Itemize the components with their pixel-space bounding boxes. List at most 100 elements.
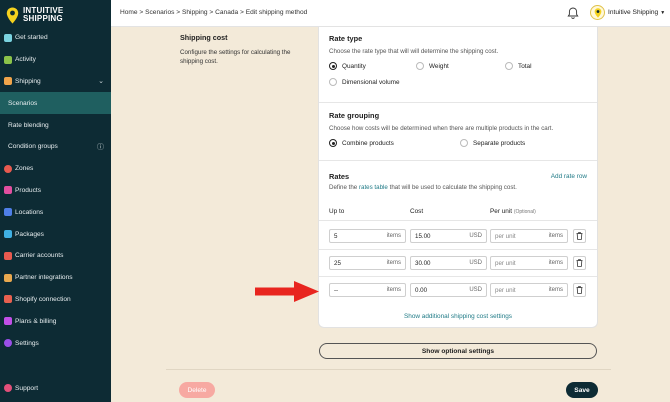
- delete-row-button[interactable]: [573, 283, 586, 297]
- radio-separate-products[interactable]: Separate products: [460, 139, 525, 147]
- rocket-icon: [4, 33, 12, 42]
- sidebar-item-shopify-connection[interactable]: Shopify connection: [0, 289, 111, 311]
- per-unit-input[interactable]: per unit items: [490, 229, 568, 243]
- card-icon: [4, 317, 12, 326]
- sidebar-item-label: Products: [15, 186, 42, 194]
- sidebar-item-label: Activity: [15, 56, 36, 64]
- sidebar-item-shipping[interactable]: Shipping ⌄: [0, 71, 111, 93]
- save-button[interactable]: Save: [566, 382, 598, 398]
- radio-checked-icon: [329, 62, 337, 70]
- delete-button[interactable]: Delete: [179, 382, 215, 398]
- sidebar-item-condition-groups[interactable]: Condition groups ⓘ: [0, 136, 111, 158]
- divider: [319, 160, 597, 161]
- breadcrumb[interactable]: Home > Scenarios > Shipping > Canada > E…: [120, 9, 307, 16]
- sidebar-item-label: Partner integrations: [15, 274, 73, 282]
- sidebar-item-label: Rate blending: [8, 121, 49, 129]
- help-circle-icon: [4, 384, 12, 392]
- per-unit-input[interactable]: per unit items: [490, 283, 568, 297]
- divider: [319, 276, 597, 277]
- trash-icon: [576, 232, 583, 240]
- radio-unchecked-icon: [460, 139, 468, 147]
- rates-title: Rates: [329, 172, 350, 181]
- section-title: Shipping cost: [180, 33, 228, 42]
- shopify-icon: [4, 295, 12, 304]
- sidebar-item-zones[interactable]: Zones: [0, 158, 111, 180]
- column-header-up-to: Up to: [329, 208, 345, 215]
- sidebar-item-label: Zones: [15, 165, 34, 173]
- user-menu[interactable]: Intuitive Shipping ▼: [590, 5, 665, 20]
- up-to-input[interactable]: -- items: [329, 283, 406, 297]
- truck-icon: [4, 77, 12, 86]
- up-to-input[interactable]: 5 items: [329, 229, 406, 243]
- avatar: [590, 5, 605, 20]
- caret-down-icon: ▼: [660, 9, 666, 16]
- info-icon: ⓘ: [97, 143, 104, 151]
- gear-icon: [4, 339, 12, 348]
- sidebar-item-label: Plans & billing: [15, 317, 57, 325]
- radio-combine-products[interactable]: Combine products: [329, 139, 394, 147]
- column-header-per-unit: Per unit (Optional): [490, 208, 536, 215]
- boxes-icon: [4, 230, 12, 239]
- cost-input[interactable]: 15.00 USD: [410, 229, 487, 243]
- radio-total[interactable]: Total: [505, 62, 532, 70]
- sidebar-item-activity[interactable]: Activity: [0, 49, 111, 71]
- shipping-cost-card: Rate type Choose the rate type that will…: [318, 27, 598, 328]
- up-to-input[interactable]: 25 items: [329, 256, 406, 270]
- sidebar-item-packages[interactable]: Packages: [0, 223, 111, 245]
- sidebar-item-label: Get started: [15, 34, 48, 42]
- chevron-down-icon: ⌄: [98, 78, 104, 86]
- logo[interactable]: INTUITIVE SHIPPING: [6, 3, 63, 27]
- globe-icon: [4, 164, 12, 173]
- shirt-icon: [4, 186, 12, 195]
- rate-type-title: Rate type: [329, 34, 363, 43]
- activity-icon: [4, 55, 12, 64]
- sidebar-nav: Get started Activity Shipping ⌄ Scenario…: [0, 27, 111, 354]
- sidebar-item-settings[interactable]: Settings: [0, 332, 111, 354]
- cost-input[interactable]: 0.00 USD: [410, 283, 487, 297]
- sidebar-item-label: Condition groups: [8, 143, 58, 151]
- building-icon: [4, 208, 12, 217]
- sidebar-item-label: Support: [15, 384, 39, 392]
- delete-row-button[interactable]: [573, 256, 586, 270]
- sidebar-item-products[interactable]: Products: [0, 180, 111, 202]
- sidebar-item-label: Shipping: [15, 77, 41, 85]
- trash-icon: [576, 259, 583, 267]
- rates-description: Define the rates table that will be used…: [329, 184, 517, 191]
- top-bar: Home > Scenarios > Shipping > Canada > E…: [111, 0, 670, 27]
- radio-weight[interactable]: Weight: [416, 62, 449, 70]
- sidebar-item-get-started[interactable]: Get started: [0, 27, 111, 49]
- rate-type-description: Choose the rate type that will will dete…: [329, 48, 499, 55]
- trash-icon: [576, 286, 583, 294]
- show-additional-settings-link[interactable]: Show additional shipping cost settings: [319, 313, 597, 320]
- location-pin-icon: [594, 7, 601, 18]
- logo-line2: SHIPPING: [23, 14, 63, 23]
- sidebar-item-label: Scenarios: [8, 99, 38, 107]
- sidebar-item-rate-blending[interactable]: Rate blending: [0, 114, 111, 136]
- radio-quantity[interactable]: Quantity: [329, 62, 366, 70]
- sidebar-item-locations[interactable]: Locations: [0, 201, 111, 223]
- radio-unchecked-icon: [329, 78, 337, 86]
- sidebar-item-support[interactable]: Support: [4, 384, 38, 392]
- delete-row-button[interactable]: [573, 229, 586, 243]
- sidebar-item-partner-integrations[interactable]: Partner integrations: [0, 267, 111, 289]
- sidebar-item-plans-billing[interactable]: Plans & billing: [0, 310, 111, 332]
- radio-unchecked-icon: [416, 62, 424, 70]
- cost-input[interactable]: 30.00 USD: [410, 256, 487, 270]
- divider: [319, 102, 597, 103]
- user-name: Intuitive Shipping: [608, 9, 659, 16]
- section-description: Configure the settings for calculating t…: [180, 49, 291, 65]
- sidebar-item-label: Locations: [15, 208, 44, 216]
- sidebar-item-label: Settings: [15, 339, 39, 347]
- show-optional-settings-button[interactable]: Show optional settings: [319, 343, 597, 359]
- add-rate-row-link[interactable]: Add rate row: [551, 173, 587, 180]
- rates-table-link[interactable]: rates table: [359, 184, 388, 191]
- sidebar-item-carrier-accounts[interactable]: Carrier accounts: [0, 245, 111, 267]
- handshake-icon: [4, 273, 12, 282]
- divider: [319, 249, 597, 250]
- radio-dimensional-volume[interactable]: Dimensional volume: [329, 78, 400, 86]
- bell-icon[interactable]: [566, 6, 580, 20]
- sidebar-item-scenarios[interactable]: Scenarios: [0, 92, 111, 115]
- divider: [319, 220, 597, 221]
- radio-checked-icon: [329, 139, 337, 147]
- per-unit-input[interactable]: per unit items: [490, 256, 568, 270]
